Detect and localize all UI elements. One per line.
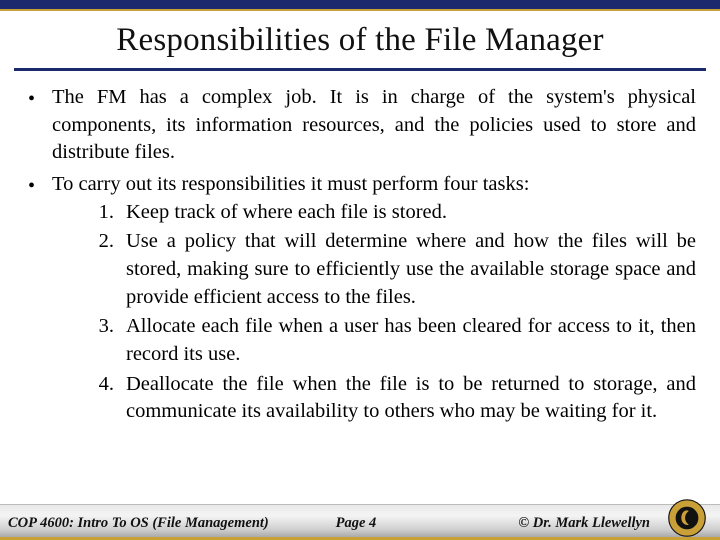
item-text: Deallocate the file when the file is to … [126, 371, 696, 426]
item-number: 3. [92, 313, 126, 368]
item-number: 4. [92, 371, 126, 426]
numbered-item: 3. Allocate each file when a user has be… [92, 313, 696, 368]
title-underline [14, 68, 706, 71]
item-number: 1. [92, 199, 126, 227]
bullet-text: To carry out its responsibilities it mus… [52, 171, 696, 428]
slide-body: • The FM has a complex job. It is in cha… [28, 84, 696, 432]
numbered-list: 1. Keep track of where each file is stor… [92, 199, 696, 426]
top-stripe [0, 0, 720, 11]
numbered-item: 2. Use a policy that will determine wher… [92, 228, 696, 311]
footer-page: Page 4 [336, 515, 377, 532]
slide-title: Responsibilities of the File Manager [0, 22, 720, 59]
footer-author: © Dr. Mark Llewellyn [518, 515, 650, 532]
bullet-item: • The FM has a complex job. It is in cha… [28, 84, 696, 167]
bullet-marker: • [28, 171, 52, 428]
ucf-logo-icon [668, 499, 706, 537]
footer: COP 4600: Intro To OS (File Management) … [0, 500, 720, 540]
item-text: Use a policy that will determine where a… [126, 228, 696, 311]
bullet-text: The FM has a complex job. It is in charg… [52, 84, 696, 167]
item-text: Keep track of where each file is stored. [126, 199, 696, 227]
bullet-lead-text: To carry out its responsibilities it mus… [52, 173, 529, 195]
slide: Responsibilities of the File Manager • T… [0, 0, 720, 540]
bullet-item: • To carry out its responsibilities it m… [28, 171, 696, 428]
bullet-marker: • [28, 84, 52, 167]
footer-course: COP 4600: Intro To OS (File Management) [8, 515, 269, 532]
numbered-item: 4. Deallocate the file when the file is … [92, 371, 696, 426]
item-number: 2. [92, 228, 126, 311]
item-text: Allocate each file when a user has been … [126, 313, 696, 368]
numbered-item: 1. Keep track of where each file is stor… [92, 199, 696, 227]
